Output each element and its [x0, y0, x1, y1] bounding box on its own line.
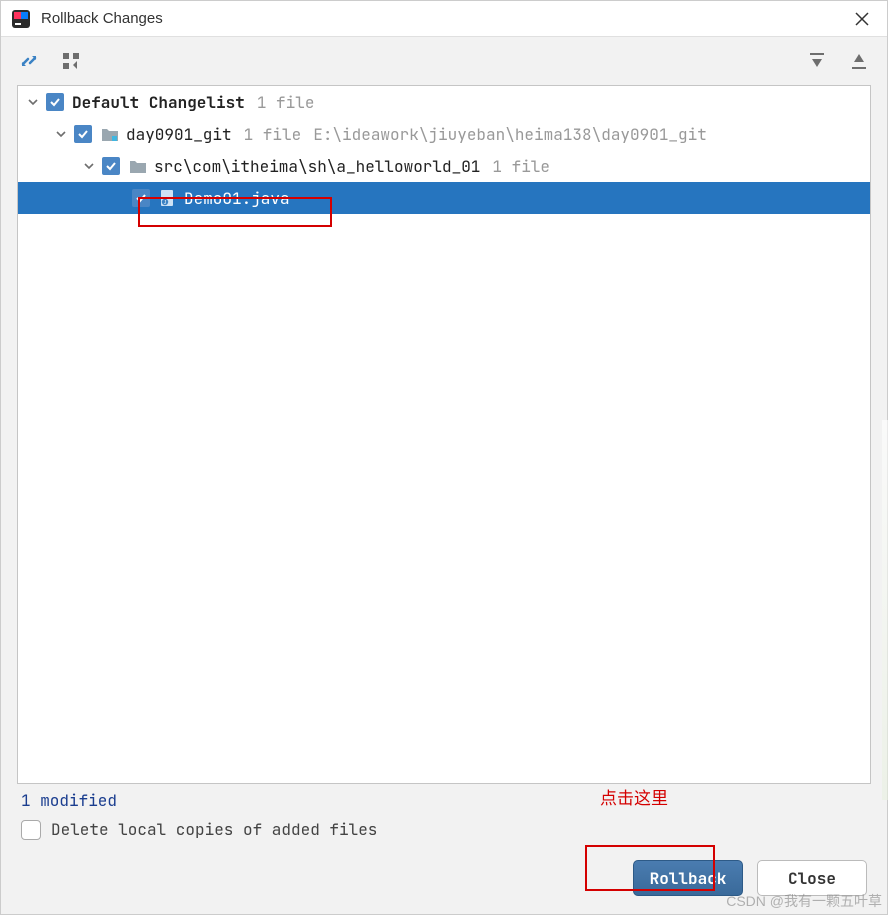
- diff-icon: [19, 51, 39, 71]
- java-file-icon: J: [158, 188, 178, 208]
- window-title: Rollback Changes: [41, 10, 847, 27]
- module-meta1: 1 file: [244, 124, 302, 145]
- collapse-all-button[interactable]: [847, 49, 871, 73]
- tree-row-folder[interactable]: src\com\itheima\sh\a_helloworld_01 1 fil…: [18, 150, 870, 182]
- changelist-label: Default Changelist: [72, 92, 245, 113]
- module-icon: [100, 124, 120, 144]
- delete-copies-checkbox[interactable]: [21, 820, 41, 840]
- changes-tree[interactable]: Default Changelist 1 file day0901_git 1 …: [17, 85, 871, 784]
- folder-meta: 1 file: [492, 156, 550, 177]
- close-icon: [855, 12, 869, 26]
- toolbar: [1, 37, 887, 85]
- rollback-dialog: Rollback Changes: [0, 0, 888, 915]
- diff-button[interactable]: [17, 49, 41, 73]
- changelist-meta: 1 file: [257, 92, 315, 113]
- expand-icon: [807, 51, 827, 71]
- tree-row-file[interactable]: J Demo01.java: [18, 182, 870, 214]
- module-label: day0901_git: [126, 124, 232, 145]
- tree-row-module[interactable]: day0901_git 1 file E:\ideawork\jiuyeban\…: [18, 118, 870, 150]
- check-icon: [105, 160, 117, 172]
- watermark: CSDN @我有一颗五叶草: [726, 891, 882, 911]
- intellij-icon: [11, 9, 31, 29]
- check-icon: [135, 192, 147, 204]
- edge-hint: [882, 420, 888, 800]
- annotation-text: 点击这里: [600, 784, 668, 809]
- checkbox-changelist[interactable]: [46, 93, 64, 111]
- collapse-icon: [849, 51, 869, 71]
- group-icon: [61, 51, 81, 71]
- caret-icon[interactable]: [24, 93, 42, 111]
- modified-count: 1 modified: [1, 784, 887, 815]
- module-path: E:\ideawork\jiuyeban\heima138\day0901_gi…: [313, 124, 707, 145]
- expand-all-button[interactable]: [805, 49, 829, 73]
- delete-copies-label: Delete local copies of added files: [51, 819, 377, 840]
- check-icon: [77, 128, 89, 140]
- checkbox-file[interactable]: [132, 189, 150, 207]
- caret-icon[interactable]: [80, 157, 98, 175]
- folder-label: src\com\itheima\sh\a_helloworld_01: [154, 156, 480, 177]
- checkbox-folder[interactable]: [102, 157, 120, 175]
- window-close-button[interactable]: [847, 4, 877, 34]
- tree-row-changelist[interactable]: Default Changelist 1 file: [18, 86, 870, 118]
- folder-icon: [128, 156, 148, 176]
- caret-icon[interactable]: [52, 125, 70, 143]
- checkbox-module[interactable]: [74, 125, 92, 143]
- file-label: Demo01.java: [184, 188, 290, 209]
- group-button[interactable]: [59, 49, 83, 73]
- check-icon: [49, 96, 61, 108]
- delete-copies-row: Delete local copies of added files: [1, 815, 887, 850]
- titlebar: Rollback Changes: [1, 1, 887, 37]
